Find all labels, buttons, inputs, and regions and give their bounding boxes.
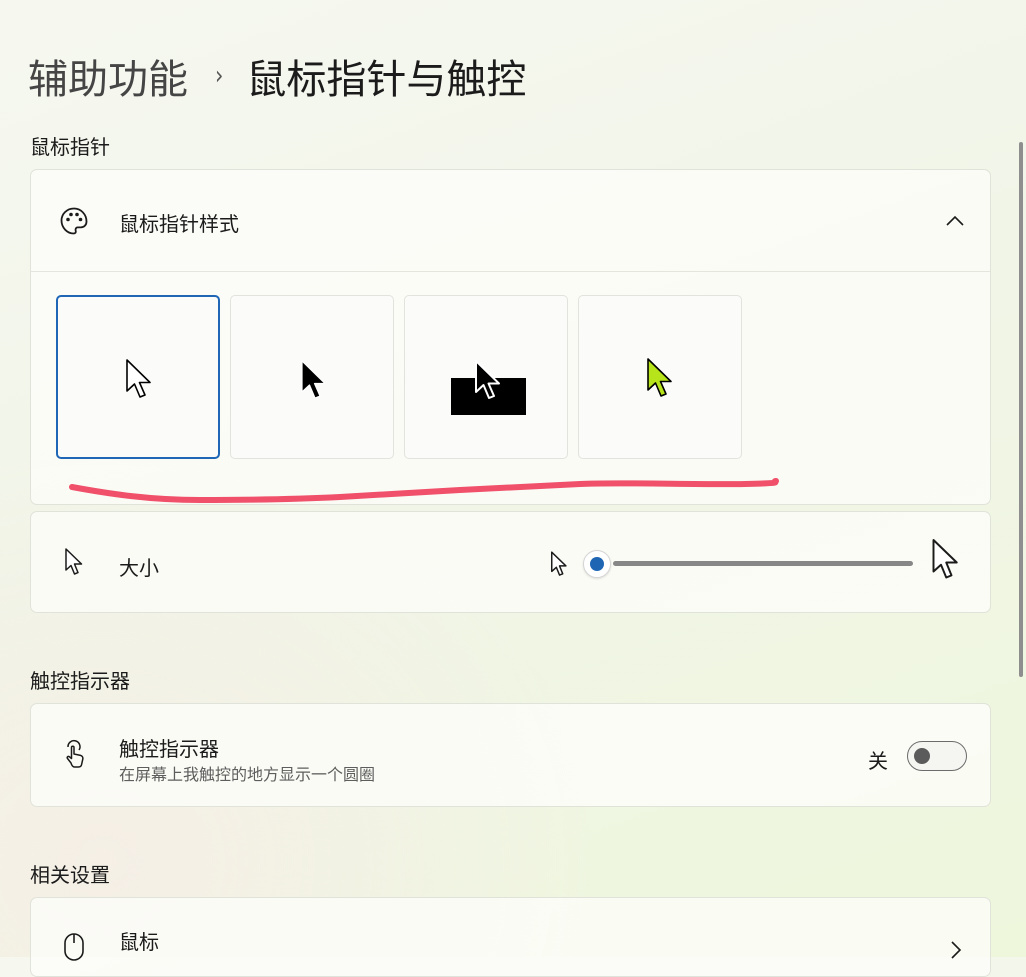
section-title-touch: 触控指示器 <box>30 669 130 693</box>
mouse-settings-card[interactable]: 鼠标 <box>30 897 991 977</box>
scrollbar[interactable] <box>1019 142 1023 677</box>
touch-indicator-state-label: 关 <box>868 749 888 773</box>
chevron-right-icon <box>951 941 962 959</box>
touch-indicator-description: 在屏幕上我触控的地方显示一个圆圈 <box>119 765 376 784</box>
mouse-icon <box>59 932 89 962</box>
size-label: 大小 <box>119 556 159 580</box>
touch-indicator-card: 触控指示器 在屏幕上我触控的地方显示一个圆圈 关 <box>30 703 991 807</box>
small-pointer-icon <box>551 551 567 576</box>
mouse-label: 鼠标 <box>119 930 159 954</box>
pointer-icon <box>60 548 90 578</box>
toggle-knob <box>914 748 930 764</box>
touch-indicator-label: 触控指示器 <box>119 737 219 761</box>
size-slider-track[interactable] <box>613 561 913 566</box>
annotation-underline <box>69 478 779 504</box>
slider-thumb-dot <box>590 557 604 571</box>
section-title-related: 相关设置 <box>30 863 110 887</box>
size-card: 大小 <box>30 511 991 613</box>
touch-indicator-toggle[interactable] <box>907 741 967 771</box>
large-pointer-icon <box>932 539 958 579</box>
size-slider-thumb[interactable] <box>583 550 611 578</box>
touch-hand-icon <box>59 739 89 770</box>
